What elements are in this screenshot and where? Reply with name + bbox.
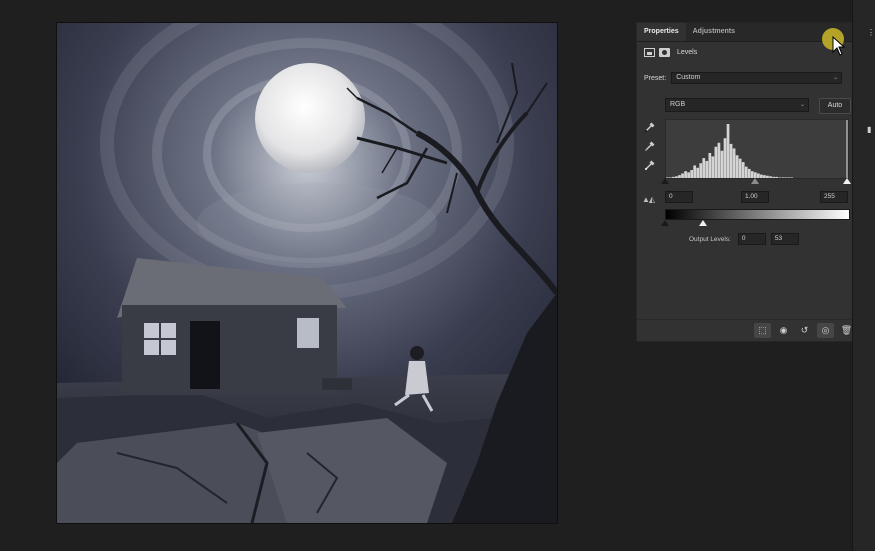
histogram-bar (720, 150, 724, 178)
output-white-field[interactable]: 53 (770, 233, 799, 245)
levels-histogram (665, 119, 849, 179)
layer-mask-icon[interactable] (659, 48, 670, 57)
channel-value: RGB (670, 101, 686, 108)
histogram-bar (744, 166, 748, 178)
properties-panel: Properties Adjustments ≡ Levels Preset: … (636, 22, 866, 342)
reset-icon[interactable]: ↺ (796, 323, 813, 338)
tab-properties[interactable]: Properties (637, 23, 686, 41)
output-white-handle[interactable] (699, 220, 707, 226)
output-levels-gradient (665, 209, 850, 220)
histogram-bar (732, 148, 736, 178)
output-levels-slider (661, 220, 849, 228)
document-canvas[interactable] (56, 22, 558, 524)
histogram-bar (747, 168, 751, 178)
histogram-bar (714, 146, 718, 178)
histogram-bar (702, 158, 706, 178)
input-levels-values: ▲◭ 0 1.00 255 (642, 190, 860, 204)
histogram-bar (684, 171, 687, 178)
input-white-field[interactable]: 255 (820, 191, 848, 203)
channel-row: RGB ⌄ Auto (665, 98, 851, 114)
chevron-down-icon: ⌄ (833, 75, 839, 81)
histogram-plot (666, 120, 848, 178)
histogram-bar (723, 138, 727, 178)
adjustment-header: Levels (644, 48, 697, 57)
panel-collapse-icon[interactable]: ⋮ (867, 28, 875, 37)
clip-to-layer-icon[interactable]: ⬚ (754, 323, 771, 338)
chevron-down-icon: ⌄ (799, 102, 805, 108)
black-eyedropper-icon[interactable] (643, 122, 655, 134)
input-white-point-handle[interactable] (843, 178, 851, 184)
input-black-point-handle[interactable] (661, 178, 669, 184)
input-gamma-handle[interactable] (751, 178, 759, 184)
tab-adjustments[interactable]: Adjustments (686, 23, 742, 41)
gray-eyedropper-icon[interactable] (643, 141, 655, 153)
levels-adjustment-icon[interactable] (644, 48, 655, 57)
photoshop-workspace: Properties Adjustments ≡ Levels Preset: … (0, 0, 875, 551)
channel-dropdown[interactable]: RGB ⌄ (665, 98, 809, 112)
adjustment-title: Levels (677, 49, 698, 56)
histogram-bar (699, 163, 703, 178)
preset-value: Custom (676, 74, 701, 81)
histogram-bar (729, 143, 733, 178)
output-black-handle[interactable] (661, 220, 669, 226)
panel-footer: ⬚ ◉ ↺ ◎ 🗑 (637, 319, 865, 341)
clipping-warning-icon[interactable]: ▲◭ (642, 195, 655, 204)
panel-dock-icon[interactable]: ▮ (867, 125, 871, 134)
histogram-bar (750, 171, 754, 178)
input-levels-slider (661, 178, 851, 186)
artwork-image (57, 23, 557, 523)
histogram-bar (741, 162, 745, 178)
histogram-bar (708, 152, 712, 178)
toggle-visibility-icon[interactable]: ◎ (817, 323, 834, 338)
auto-button[interactable]: Auto (819, 98, 851, 114)
preset-label: Preset: (644, 74, 667, 82)
input-gamma-field[interactable]: 1.00 (741, 191, 769, 203)
histogram-bar (696, 167, 700, 178)
histogram-bar (726, 124, 730, 178)
preset-dropdown[interactable]: Custom ⌄ (671, 72, 843, 84)
mouse-pointer-icon (832, 36, 846, 56)
white-eyedropper-icon[interactable] (643, 160, 655, 172)
histogram-bar (693, 165, 697, 178)
eyedropper-tools (643, 122, 655, 172)
histogram-bar (717, 142, 721, 178)
histogram-bar (735, 155, 739, 178)
output-levels-label: Output Levels: (689, 235, 731, 243)
histogram-bar (711, 156, 715, 178)
output-levels-row: Output Levels: 0 53 (689, 233, 799, 245)
histogram-bar (738, 158, 742, 178)
preset-row: Preset: Custom ⌄ (644, 72, 843, 84)
histogram-bar (705, 160, 709, 178)
output-black-field[interactable]: 0 (737, 233, 766, 245)
right-panel-strip: ⋮ ▮ (852, 0, 875, 551)
view-previous-state-icon[interactable]: ◉ (775, 323, 792, 338)
histogram-bar (690, 170, 693, 178)
input-black-field[interactable]: 0 (665, 191, 693, 203)
